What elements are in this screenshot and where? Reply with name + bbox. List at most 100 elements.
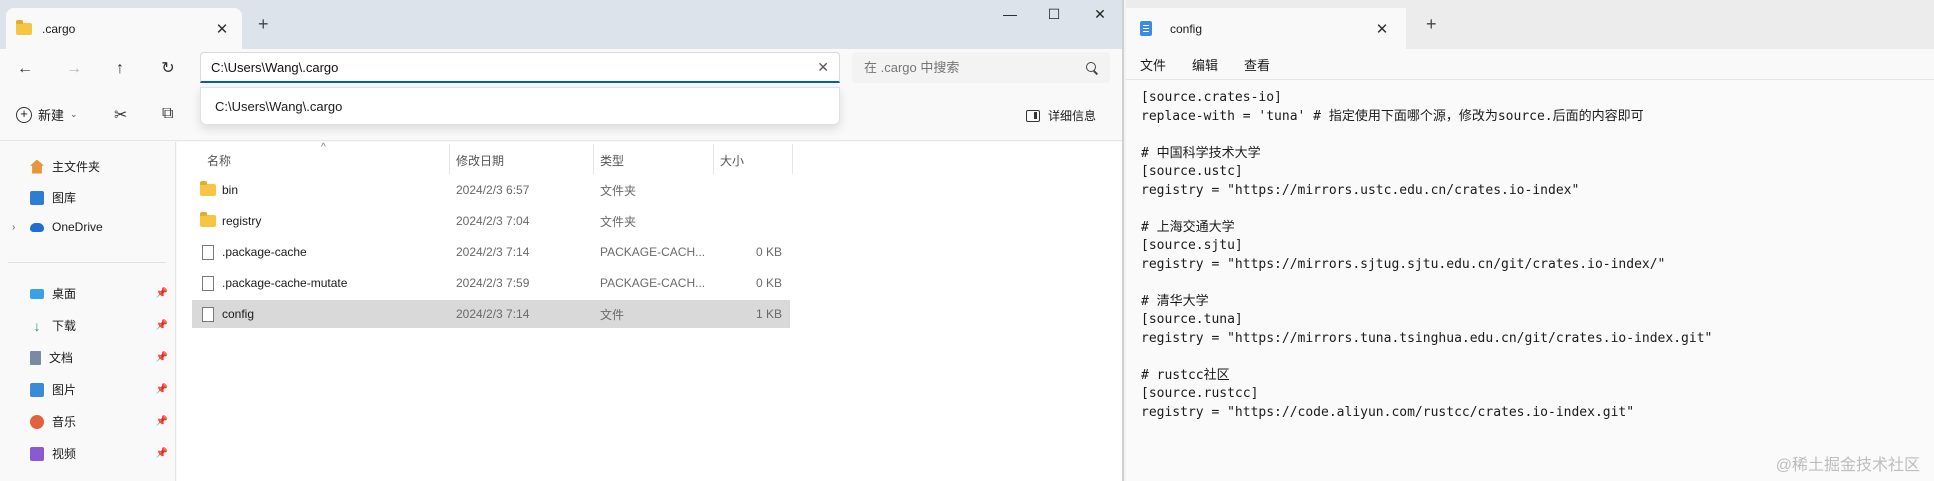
pin-icon[interactable]: 📌 <box>156 288 168 299</box>
explorer-tab-title: .cargo <box>42 21 76 36</box>
editor-line[interactable] <box>1141 200 1712 219</box>
pin-icon[interactable]: 📌 <box>156 448 168 459</box>
new-tab-icon[interactable]: + <box>258 14 269 35</box>
column-separator[interactable] <box>792 144 793 174</box>
back-icon[interactable]: ← <box>11 57 39 81</box>
sidebar-item-downloads[interactable]: ↓ 下载 📌 <box>30 317 176 334</box>
editor-line[interactable]: [source.rustcc] <box>1141 385 1712 404</box>
close-tab-icon[interactable]: ✕ <box>1372 20 1392 38</box>
folder-icon <box>200 212 216 227</box>
file-explorer-window: .cargo ✕ + — ☐ ✕ ← → ↑ ↻ ✕ + 新建 ⌄ ✂ ⧉ 详细… <box>0 0 1124 481</box>
file-type: 文件夹 <box>600 214 637 229</box>
video-icon <box>30 446 44 461</box>
address-bar[interactable]: ✕ <box>200 52 840 83</box>
explorer-tab[interactable]: .cargo ✕ <box>6 8 242 49</box>
forward-icon[interactable]: → <box>60 57 88 81</box>
close-window-icon[interactable]: ✕ <box>1080 6 1120 23</box>
cloud-icon <box>30 222 44 232</box>
watermark: @稀土掘金技术社区 <box>1775 457 1920 474</box>
refresh-icon[interactable]: ↻ <box>154 57 182 81</box>
address-input[interactable] <box>211 59 818 75</box>
editor-line[interactable] <box>1141 348 1712 367</box>
pin-icon[interactable]: 📌 <box>156 416 168 427</box>
search-box[interactable] <box>852 52 1110 83</box>
sidebar-item-desktop[interactable]: 桌面 📌 <box>30 285 176 302</box>
editor-line[interactable]: # 上海交通大学 <box>1141 219 1712 238</box>
editor-line[interactable]: registry = "https://code.aliyun.com/rust… <box>1141 404 1712 423</box>
explorer-navbar: ← → ↑ ↻ ✕ <box>0 49 1122 89</box>
sidebar-item-gallery[interactable]: 图库 <box>30 189 176 206</box>
sidebar-item-home[interactable]: 主文件夹 <box>30 158 176 175</box>
editor-line[interactable]: [source.sjtu] <box>1141 237 1712 256</box>
column-separator[interactable] <box>449 144 450 174</box>
copy-icon[interactable]: ⧉ <box>162 105 173 123</box>
address-suggestion[interactable]: C:\Users\Wang\.cargo <box>200 87 840 125</box>
editor-line[interactable]: [source.crates-io] <box>1141 89 1712 108</box>
menu-file[interactable]: 文件 <box>1140 55 1166 74</box>
editor-line[interactable]: replace-with = 'tuna' # 指定使用下面哪个源，修改为sou… <box>1141 108 1712 127</box>
search-icon[interactable] <box>1086 61 1098 74</box>
editor-content[interactable]: [source.crates-io] replace-with = 'tuna' … <box>1141 89 1712 422</box>
file-row-package-cache[interactable]: .package-cache 2024/2/3 7:14 PACKAGE-CAC… <box>192 238 790 266</box>
maximize-icon[interactable]: ☐ <box>1034 6 1074 23</box>
editor-line[interactable]: registry = "https://mirrors.ustc.edu.cn/… <box>1141 182 1712 201</box>
sidebar-item-label: 图片 <box>52 383 77 397</box>
close-tab-icon[interactable]: ✕ <box>212 20 232 38</box>
file-icon <box>202 275 214 291</box>
file-row-package-cache-mutate[interactable]: .package-cache-mutate 2024/2/3 7:59 PACK… <box>192 269 790 297</box>
file-date: 2024/2/3 7:04 <box>456 214 530 228</box>
file-size: 1 KB <box>755 307 782 321</box>
details-button[interactable]: 详细信息 <box>1026 107 1096 124</box>
sidebar-item-label: 主文件夹 <box>52 160 101 174</box>
sidebar-item-pictures[interactable]: 图片 📌 <box>30 381 176 398</box>
explorer-titlebar: .cargo ✕ + — ☐ ✕ <box>0 0 1122 49</box>
new-tab-icon[interactable]: + <box>1426 14 1437 35</box>
menu-view[interactable]: 查看 <box>1244 55 1270 74</box>
editor-line[interactable]: # 清华大学 <box>1141 293 1712 312</box>
file-row-registry[interactable]: registry 2024/2/3 7:04 文件夹 <box>192 207 790 235</box>
notepad-tab[interactable]: config ✕ <box>1126 8 1406 49</box>
sidebar-item-label: 图库 <box>52 191 77 205</box>
editor-line[interactable] <box>1141 274 1712 293</box>
navigation-pane: 主文件夹 图库 › OneDrive 桌面 📌 ↓ 下载 📌 文档 📌 图片 📌… <box>0 142 176 481</box>
search-input[interactable] <box>864 60 1086 75</box>
file-row-bin[interactable]: bin 2024/2/3 6:57 文件夹 <box>192 176 790 204</box>
pin-icon[interactable]: 📌 <box>156 352 168 363</box>
file-row-config[interactable]: config 2024/2/3 7:14 文件 1 KB <box>192 300 790 328</box>
column-header-name[interactable]: 名称 <box>207 152 231 169</box>
editor-line[interactable]: registry = "https://mirrors.sjtug.sjtu.e… <box>1141 256 1712 275</box>
column-header-size[interactable]: 大小 <box>720 152 744 169</box>
editor-line[interactable]: [source.tuna] <box>1141 311 1712 330</box>
column-header-date[interactable]: 修改日期 <box>456 152 504 169</box>
menu-edit[interactable]: 编辑 <box>1192 55 1218 74</box>
editor-line[interactable]: # rustcc社区 <box>1141 367 1712 386</box>
up-icon[interactable]: ↑ <box>106 57 134 81</box>
cut-icon[interactable]: ✂ <box>114 105 127 125</box>
new-button-label: 新建 <box>38 108 65 123</box>
gallery-icon <box>30 190 44 205</box>
editor-line[interactable]: registry = "https://mirrors.tuna.tsinghu… <box>1141 330 1712 349</box>
column-header-type[interactable]: 类型 <box>600 152 624 169</box>
pin-icon[interactable]: 📌 <box>156 320 168 331</box>
chevron-right-icon[interactable]: › <box>12 222 15 233</box>
sidebar-item-label: OneDrive <box>52 220 103 234</box>
sidebar-item-documents[interactable]: 文档 📌 <box>30 349 176 366</box>
pin-icon[interactable]: 📌 <box>156 384 168 395</box>
home-icon <box>30 159 44 174</box>
file-name: registry <box>222 214 262 228</box>
column-separator[interactable] <box>593 144 594 174</box>
clear-address-icon[interactable]: ✕ <box>817 59 829 76</box>
text-editor[interactable]: [source.crates-io] replace-with = 'tuna' … <box>1126 79 1934 481</box>
sidebar-item-onedrive[interactable]: OneDrive <box>30 220 176 234</box>
sidebar-item-videos[interactable]: 视频 📌 <box>30 445 176 462</box>
new-button[interactable]: + 新建 ⌄ <box>16 105 78 124</box>
editor-line[interactable]: # 中国科学技术大学 <box>1141 145 1712 164</box>
sidebar-item-music[interactable]: 音乐 📌 <box>30 413 176 430</box>
editor-line[interactable] <box>1141 126 1712 145</box>
sidebar-item-label: 下载 <box>52 319 77 333</box>
minimize-icon[interactable]: — <box>990 6 1030 22</box>
file-icon <box>202 306 214 322</box>
editor-line[interactable]: [source.ustc] <box>1141 163 1712 182</box>
sidebar-item-label: 视频 <box>52 447 77 461</box>
column-separator[interactable] <box>713 144 714 174</box>
